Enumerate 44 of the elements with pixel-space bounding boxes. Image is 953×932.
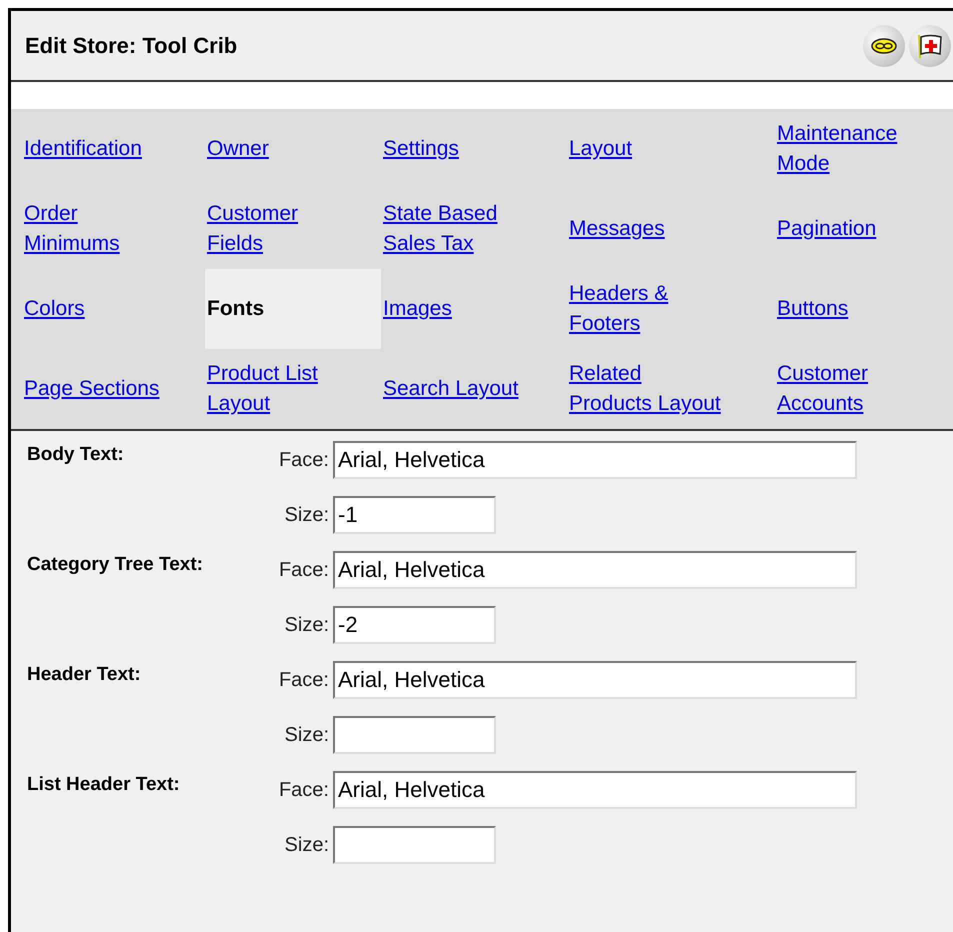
face-field[interactable]: Arial, Helvetica: [333, 661, 857, 699]
size-field[interactable]: [333, 716, 496, 754]
field-label: Size:: [284, 503, 329, 528]
nav-tab[interactable]: Messages: [567, 214, 667, 244]
link-button[interactable]: [863, 24, 905, 66]
nav-tab[interactable]: Related Products Layout: [567, 359, 726, 419]
field-label: Face:: [278, 668, 329, 693]
nav-tab[interactable]: State Based Sales Tax: [381, 199, 546, 259]
section-label: Category Tree Text:: [27, 553, 203, 577]
nav-tab[interactable]: Settings: [381, 134, 461, 164]
field-label: Size:: [284, 613, 329, 638]
size-field[interactable]: -1: [333, 496, 496, 534]
nav-tab[interactable]: Customer Accounts: [775, 359, 925, 419]
nav-tab[interactable]: Search Layout: [381, 374, 520, 404]
size-field[interactable]: [333, 826, 496, 864]
chain-link-icon: [871, 38, 897, 54]
field-label: Size:: [284, 723, 329, 748]
nav-tab[interactable]: Images: [381, 294, 454, 324]
nav-tab[interactable]: Product List Layout: [205, 359, 347, 419]
field-label: Face:: [278, 448, 329, 473]
field-label: Size:: [284, 833, 329, 858]
page-title: Edit Store: Tool Crib: [25, 32, 238, 60]
section-label: Body Text:: [27, 443, 124, 467]
nav-tab[interactable]: Buttons: [775, 294, 850, 324]
face-field[interactable]: Arial, Helvetica: [333, 771, 857, 809]
nav-tab[interactable]: Colors: [22, 294, 87, 324]
nav-tab[interactable]: Identification: [22, 134, 144, 164]
nav-tab[interactable]: Page Sections: [22, 374, 162, 404]
nav-tab[interactable]: Order Minimums: [22, 199, 164, 259]
nav-tab[interactable]: Fonts: [205, 294, 266, 324]
field-label: Face:: [278, 778, 329, 803]
section-label: Header Text:: [27, 663, 141, 687]
flag-button[interactable]: [909, 24, 951, 66]
size-field[interactable]: -2: [333, 606, 496, 644]
face-field[interactable]: Arial, Helvetica: [333, 441, 857, 479]
nav-tab[interactable]: Maintenance Mode: [775, 119, 925, 179]
nav-tab[interactable]: Customer Fields: [205, 199, 347, 259]
face-field[interactable]: Arial, Helvetica: [333, 551, 857, 589]
section-label: List Header Text:: [27, 773, 180, 797]
field-label: Face:: [278, 558, 329, 583]
nav-tab[interactable]: Layout: [567, 134, 634, 164]
nav-tab[interactable]: Owner: [205, 134, 271, 164]
nav-tab[interactable]: Headers & Footers: [567, 279, 726, 339]
nav-tab[interactable]: Pagination: [775, 214, 878, 244]
